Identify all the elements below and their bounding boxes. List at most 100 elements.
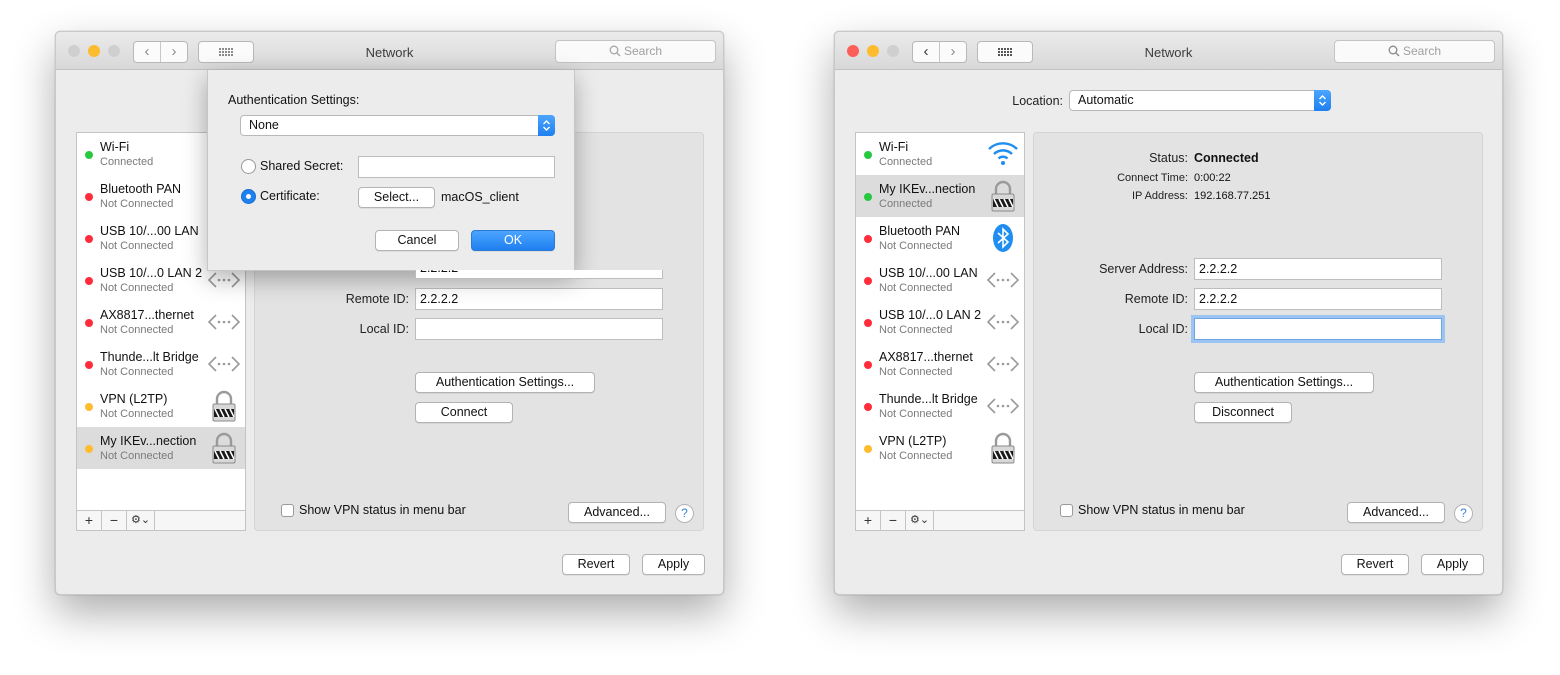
certificate-label: Certificate: [260, 189, 320, 203]
connect-button[interactable]: Connect [415, 402, 513, 423]
status-value: Connected [1194, 151, 1259, 165]
show-vpn-status-label: Show VPN status in menu bar [299, 503, 466, 517]
service-name: USB 10/...00 LAN [879, 266, 978, 280]
status-dot-green [864, 151, 872, 159]
status-dot-red [85, 361, 93, 369]
add-service-button[interactable]: + [77, 511, 102, 530]
service-item[interactable]: My IKEv...nection Not Connected [77, 427, 245, 469]
certificate-radio[interactable] [241, 189, 256, 204]
local-id-field[interactable] [1194, 318, 1442, 340]
certificate-name: macOS_client [441, 190, 519, 204]
authentication-method-value: None [249, 118, 279, 132]
status-dot-red [864, 319, 872, 327]
status-dot-red [85, 193, 93, 201]
select-certificate-button[interactable]: Select... [358, 187, 435, 208]
status-dot-red [864, 277, 872, 285]
ip-address-value: 192.168.77.251 [1194, 190, 1271, 202]
service-status: Not Connected [100, 450, 174, 462]
status-dot-red [85, 319, 93, 327]
service-item[interactable]: AX8817...thernet Not Connected [77, 301, 245, 343]
service-name: USB 10/...0 LAN 2 [879, 308, 982, 322]
bluetooth-icon [986, 221, 1020, 255]
service-list-toolbar: + − ⚙⌄ [856, 510, 1024, 530]
add-service-button[interactable]: + [856, 511, 881, 530]
detail-panel: Status: Connected Connect Time: 0:00:22 … [1033, 132, 1483, 531]
service-name: USB 10/...0 LAN 2 [100, 266, 203, 280]
remote-id-field[interactable]: 2.2.2.2 [415, 288, 663, 310]
service-status: Not Connected [879, 324, 953, 336]
service-item[interactable]: Bluetooth PAN Not Connected [856, 217, 1024, 259]
ok-button[interactable]: OK [471, 230, 555, 251]
disconnect-button[interactable]: Disconnect [1194, 402, 1292, 423]
search-placeholder: Search [1402, 44, 1442, 58]
service-status: Connected [879, 156, 933, 168]
service-name: Wi-Fi [100, 140, 130, 154]
status-dot-red [85, 235, 93, 243]
gear-icon: ⚙⌄ [130, 514, 151, 526]
vpn-lock-icon [986, 179, 1020, 213]
search-field[interactable]: Search [555, 40, 716, 63]
service-status: Connected [879, 198, 933, 210]
service-item[interactable]: Wi-Fi Connected [856, 133, 1024, 175]
show-vpn-status-checkbox[interactable] [281, 504, 294, 517]
status-dot-red [864, 403, 872, 411]
status-dot-red [864, 235, 872, 243]
service-item[interactable]: AX8817...thernet Not Connected [856, 343, 1024, 385]
remote-id-label: Remote ID: [1124, 292, 1188, 306]
authentication-settings-button[interactable]: Authentication Settings... [1194, 372, 1374, 393]
ethernet-icon [207, 347, 241, 381]
advanced-button[interactable]: Advanced... [568, 502, 666, 523]
apply-button[interactable]: Apply [642, 554, 705, 575]
authentication-settings-button[interactable]: Authentication Settings... [415, 372, 595, 393]
service-item[interactable]: My IKEv...nection Connected [856, 175, 1024, 217]
status-dot-red [864, 361, 872, 369]
shared-secret-radio[interactable] [241, 159, 256, 174]
show-vpn-status-checkbox[interactable] [1060, 504, 1073, 517]
status-dot-green [864, 193, 872, 201]
authentication-settings-sheet: Authentication Settings: None Shared Sec… [207, 70, 575, 271]
service-name: VPN (L2TP) [879, 434, 947, 448]
service-item[interactable]: VPN (L2TP) Not Connected [856, 427, 1024, 469]
service-name: USB 10/...00 LAN [100, 224, 199, 238]
remove-service-button[interactable]: − [102, 511, 127, 530]
advanced-button[interactable]: Advanced... [1347, 502, 1445, 523]
server-address-field[interactable]: 2.2.2.2 [1194, 258, 1442, 280]
revert-button[interactable]: Revert [1341, 554, 1409, 575]
search-field[interactable]: Search [1334, 40, 1495, 63]
ethernet-icon [986, 389, 1020, 423]
service-status: Not Connected [879, 450, 953, 462]
help-button[interactable]: ? [675, 504, 694, 523]
shared-secret-field[interactable] [358, 156, 555, 178]
service-status: Not Connected [879, 408, 953, 420]
vpn-lock-icon [207, 389, 241, 423]
service-item[interactable]: VPN (L2TP) Not Connected [77, 385, 245, 427]
service-name: AX8817...thernet [879, 350, 973, 364]
local-id-label: Local ID: [1138, 322, 1188, 336]
service-item[interactable]: USB 10/...0 LAN 2 Not Connected [856, 301, 1024, 343]
revert-button[interactable]: Revert [562, 554, 630, 575]
help-button[interactable]: ? [1454, 504, 1473, 523]
ethernet-icon [986, 263, 1020, 297]
title-bar: ‹ › Network Search [56, 32, 723, 70]
connect-time-label: Connect Time: [1117, 172, 1188, 184]
service-name: Bluetooth PAN [100, 182, 182, 196]
cancel-button[interactable]: Cancel [375, 230, 459, 251]
authentication-method-select[interactable]: None [240, 115, 555, 136]
search-icon [609, 45, 621, 57]
apply-button[interactable]: Apply [1421, 554, 1484, 575]
remote-id-field[interactable]: 2.2.2.2 [1194, 288, 1442, 310]
service-status: Not Connected [100, 408, 174, 420]
location-select[interactable]: Automatic [1069, 90, 1331, 111]
service-item[interactable]: Thunde...lt Bridge Not Connected [77, 343, 245, 385]
status-dot-yellow [85, 403, 93, 411]
gear-menu-button[interactable]: ⚙⌄ [906, 511, 934, 530]
status-dot-yellow [85, 445, 93, 453]
show-vpn-status-label: Show VPN status in menu bar [1078, 503, 1245, 517]
remove-service-button[interactable]: − [881, 511, 906, 530]
gear-menu-button[interactable]: ⚙⌄ [127, 511, 155, 530]
local-id-field[interactable] [415, 318, 663, 340]
service-list[interactable]: VPN (L2TP) Not Connected Thunde...lt Bridg… [855, 132, 1025, 531]
select-arrows-icon [1314, 90, 1331, 111]
service-item[interactable]: USB 10/...00 LAN Not Connected [856, 259, 1024, 301]
service-item[interactable]: Thunde...lt Bridge Not Connected [856, 385, 1024, 427]
